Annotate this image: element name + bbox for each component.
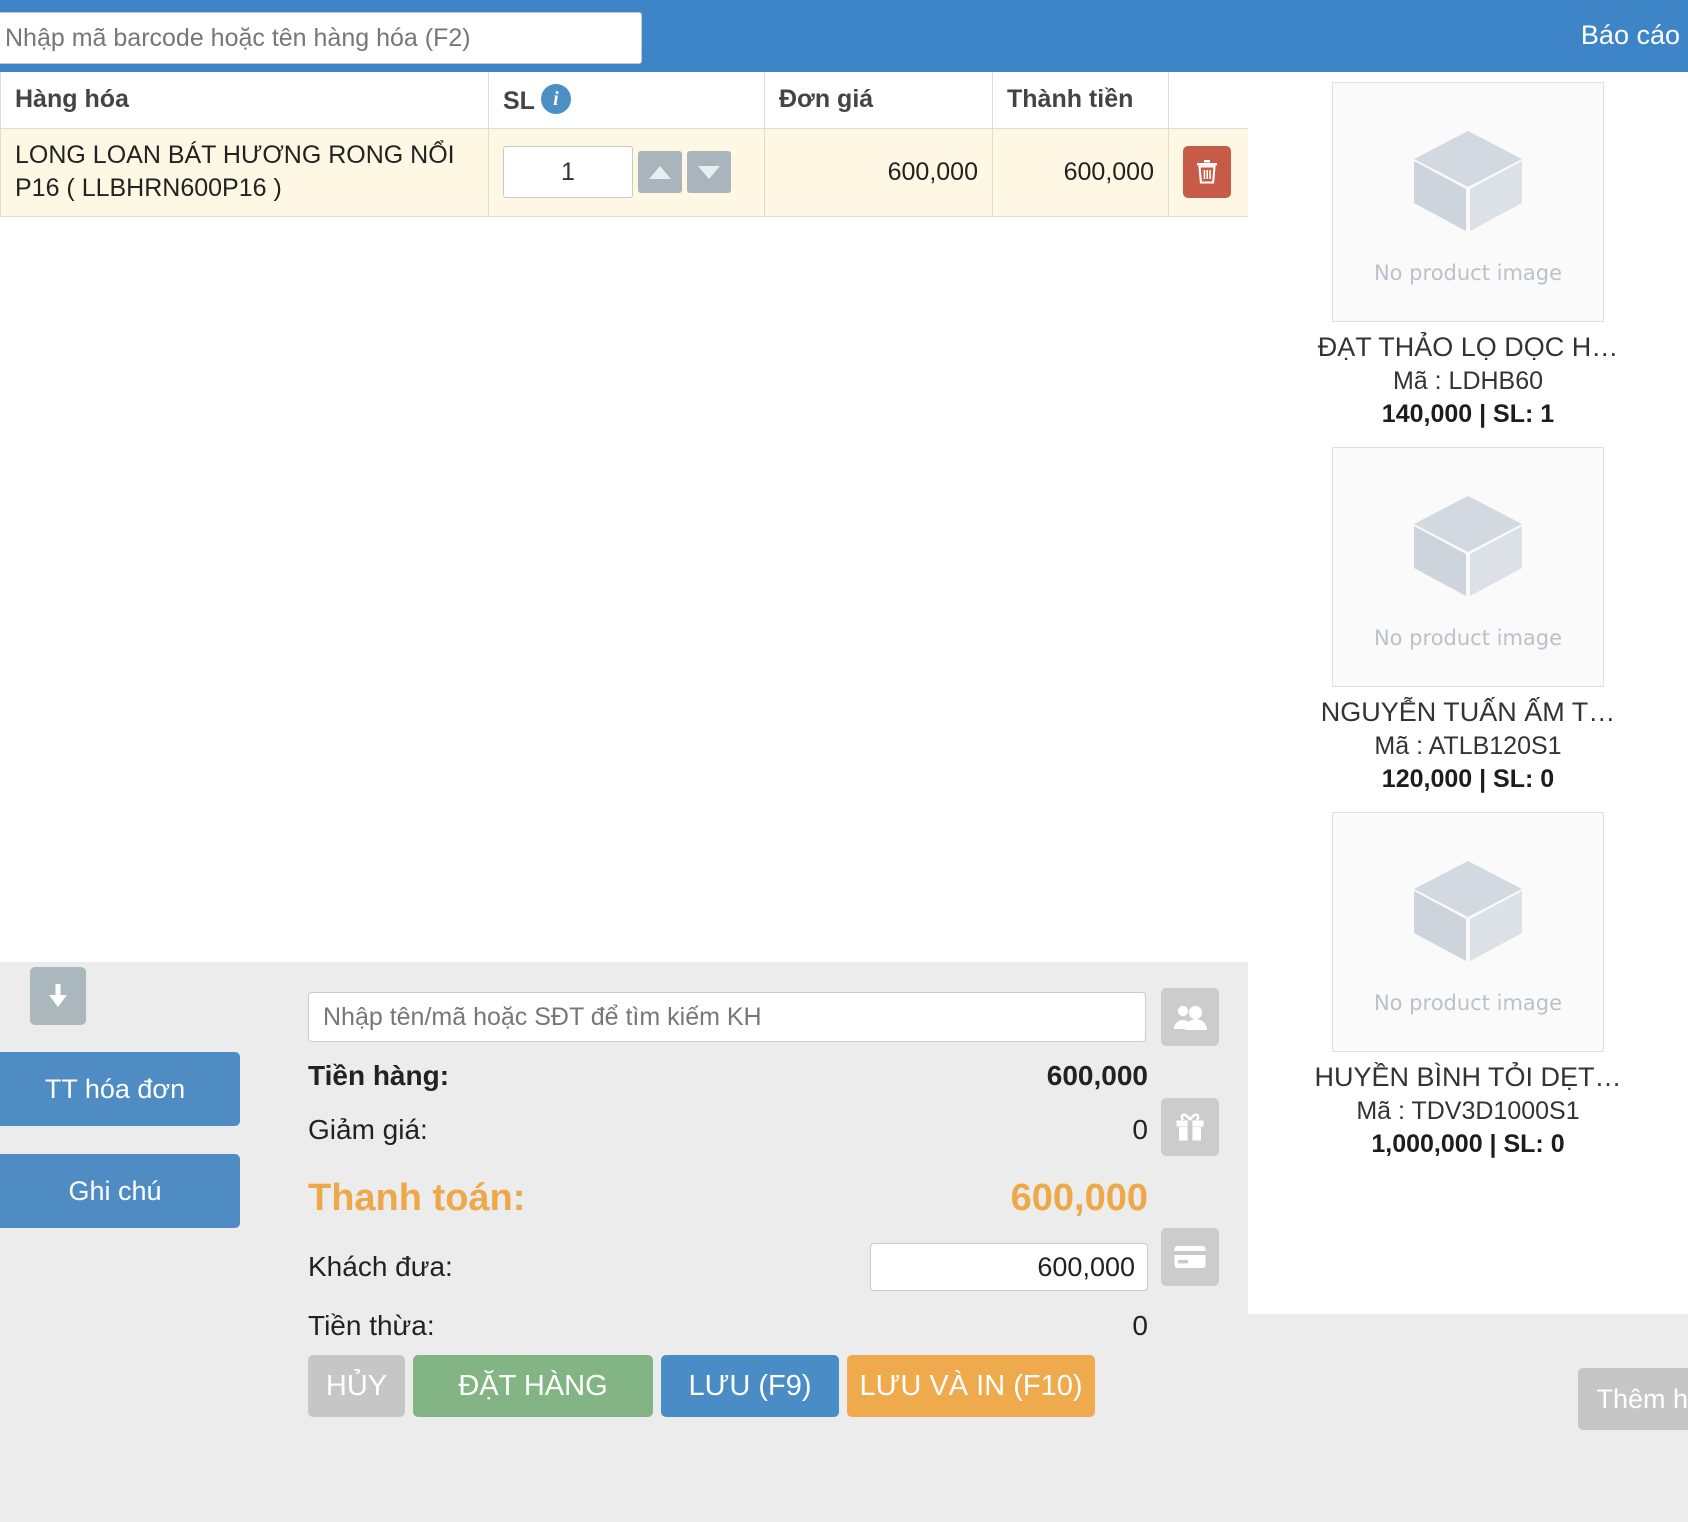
column-header-action — [1168, 72, 1249, 129]
subtotal-value: 600,000 — [1046, 1060, 1148, 1091]
quantity-stepper — [503, 146, 750, 199]
cart-header-row: Hàng hóa SL i Đơn giá Thành tiền — [0, 72, 1249, 129]
no-image-box-icon — [1414, 861, 1522, 961]
cash-given-row: Khách đưa: — [308, 1242, 1148, 1292]
subtotal-label: Tiền hàng: — [308, 1060, 450, 1091]
payment-body: Tiền hàng: 600,000 Giảm giá: 0 Thanh toá… — [308, 992, 1148, 1346]
cart-item-unit-price: 600,000 — [764, 127, 993, 217]
product-title: ĐẠT THẢO LỌ DỌC H… — [1317, 332, 1619, 362]
menu-item-reports[interactable]: Báo cáo — [1581, 20, 1680, 51]
discount-value: 0 — [1132, 1114, 1148, 1145]
cart-item-action-cell — [1168, 127, 1249, 217]
arrow-down-icon — [49, 984, 67, 1007]
no-image-label: No product image — [1373, 626, 1563, 650]
change-value: 0 — [1132, 1310, 1148, 1341]
list-item[interactable]: No product image ĐẠT THẢO LỌ DỌC H… Mã :… — [1248, 72, 1688, 437]
add-product-button[interactable]: Thêm h — [1578, 1368, 1688, 1430]
column-header-qty: SL i — [488, 72, 765, 129]
product-code: Mã : TDV3D1000S1 — [1356, 1097, 1580, 1125]
trash-icon — [1197, 160, 1217, 184]
invoice-payment-button[interactable]: TT hóa đơn — [0, 1052, 240, 1126]
discount-row[interactable]: Giảm giá: 0 — [308, 1110, 1148, 1150]
product-code: Mã : LDHB60 — [1392, 367, 1544, 395]
discount-label: Giảm giá: — [308, 1114, 428, 1145]
gift-icon — [1176, 1113, 1204, 1141]
cash-given-label: Khách đưa: — [308, 1251, 453, 1282]
save-and-print-button[interactable]: LƯU VÀ IN (F10) — [847, 1355, 1095, 1417]
top-bar: Báo cáo — [0, 0, 1688, 72]
total-label: Thanh toán: — [308, 1176, 526, 1219]
cart-item-line-total: 600,000 — [992, 127, 1169, 217]
no-image-box-icon — [1414, 496, 1522, 596]
product-search-wrapper — [0, 12, 642, 64]
quantity-input[interactable] — [503, 146, 633, 199]
column-header-price: Đơn giá — [764, 72, 993, 129]
cart-table: Hàng hóa SL i Đơn giá Thành tiền LONG LOA… — [0, 72, 1249, 217]
place-order-button[interactable]: ĐẶT HÀNG — [413, 1355, 653, 1417]
chevron-up-icon — [649, 165, 671, 179]
customers-icon — [1174, 1005, 1207, 1030]
collapse-panel-button[interactable] — [30, 967, 86, 1025]
product-search-input[interactable] — [0, 12, 642, 64]
action-button-bar: HỦY ĐẶT HÀNG LƯU (F9) LƯU VÀ IN (F10) — [308, 1355, 1095, 1417]
total-value: 600,000 — [1010, 1176, 1148, 1219]
quantity-increment-button[interactable] — [638, 151, 682, 194]
quantity-decrement-button[interactable] — [687, 151, 731, 194]
subtotal-row: Tiền hàng: 600,000 — [308, 1056, 1148, 1096]
product-price-stock: 120,000 | SL: 0 — [1381, 765, 1555, 793]
customer-search-input[interactable] — [308, 992, 1146, 1042]
chevron-down-icon — [698, 165, 720, 179]
product-price-stock: 140,000 | SL: 1 — [1381, 400, 1555, 428]
save-button[interactable]: LƯU (F9) — [661, 1355, 839, 1417]
product-price-stock: 1,000,000 | SL: 0 — [1371, 1130, 1565, 1158]
change-row: Tiền thừa: 0 — [308, 1306, 1148, 1346]
select-customer-button[interactable] — [1161, 988, 1219, 1046]
cart-table-container: Hàng hóa SL i Đơn giá Thành tiền LONG LOA… — [0, 72, 1249, 217]
payment-panel: TT hóa đơn Ghi chú Tiền hàng: 600,000 Gi… — [0, 962, 1248, 1522]
cart-item-name-text: LONG LOAN BÁT HƯƠNG RONG NỔI P16 ( LLBHR… — [15, 140, 455, 203]
note-button[interactable]: Ghi chú — [0, 1154, 240, 1228]
no-image-box-icon — [1414, 131, 1522, 231]
cancel-button[interactable]: HỦY — [308, 1355, 405, 1417]
cart-item-qty-cell — [488, 127, 765, 217]
product-title: HUYỀN BÌNH TỎI DẸT… — [1314, 1062, 1622, 1092]
product-suggestion-panel[interactable]: No product image ĐẠT THẢO LỌ DỌC H… Mã :… — [1248, 72, 1688, 1314]
pos-screen: Báo cáo Hàng hóa SLi Đơn giá Thành tiền — [0, 0, 1688, 1522]
credit-card-icon — [1174, 1246, 1206, 1268]
no-image-label: No product image — [1373, 261, 1563, 285]
list-item[interactable]: No product image NGUYỄN TUẤN ẤM T… Mã : … — [1248, 437, 1688, 802]
payment-method-button[interactable] — [1161, 1228, 1219, 1286]
add-more-area: Thêm h — [1248, 1314, 1688, 1522]
product-thumbnail: No product image — [1332, 447, 1604, 687]
column-header-qty-label: SL — [503, 86, 535, 115]
product-title: NGUYỄN TUẤN ẤM T… — [1320, 697, 1616, 727]
column-header-total: Thành tiền — [992, 72, 1169, 129]
table-row[interactable]: LONG LOAN BÁT HƯƠNG RONG NỔI P16 ( LLBHR… — [0, 127, 1249, 217]
no-image-label: No product image — [1373, 991, 1563, 1015]
cash-given-input[interactable] — [870, 1243, 1148, 1291]
product-code: Mã : ATLB120S1 — [1374, 732, 1562, 760]
list-item[interactable]: No product image HUYỀN BÌNH TỎI DẸT… Mã … — [1248, 802, 1688, 1167]
delete-row-button[interactable] — [1183, 146, 1231, 199]
cart-item-name: LONG LOAN BÁT HƯƠNG RONG NỔI P16 ( LLBHR… — [0, 127, 489, 217]
promotion-gift-button[interactable] — [1161, 1098, 1219, 1156]
product-thumbnail: No product image — [1332, 82, 1604, 322]
total-row: Thanh toán: 600,000 — [308, 1172, 1148, 1224]
column-header-name: Hàng hóa — [0, 72, 489, 129]
info-icon[interactable]: i — [540, 83, 571, 114]
product-thumbnail: No product image — [1332, 812, 1604, 1052]
change-label: Tiền thừa: — [308, 1310, 435, 1341]
